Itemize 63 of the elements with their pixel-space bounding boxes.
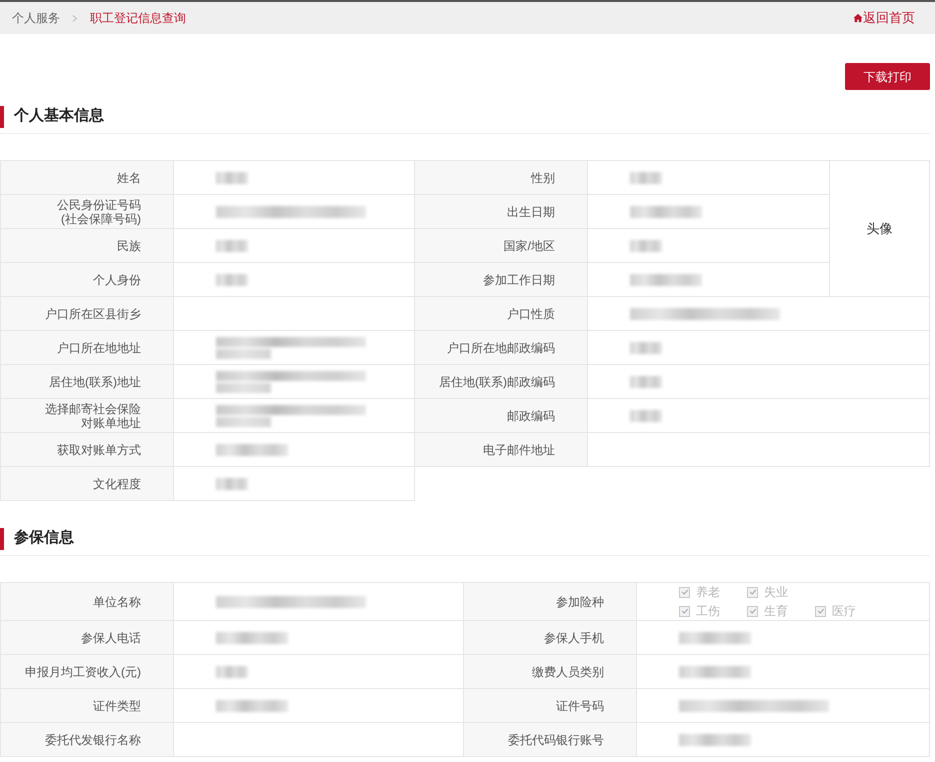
home-link[interactable]: 返回首页 (853, 8, 915, 28)
check-icon (680, 588, 688, 596)
redacted-value (630, 342, 662, 354)
field-label: 电子邮件地址 (483, 442, 555, 456)
field-label: 户口所在地邮政编码 (447, 340, 555, 354)
field-label: 国家/地区 (504, 238, 555, 252)
check-icon (748, 607, 756, 615)
redacted-value (630, 410, 662, 422)
field-label: 公民身份证号码 (57, 198, 141, 212)
field-label: 获取对账单方式 (57, 442, 141, 456)
field-label: 参加险种 (556, 594, 604, 608)
field-label: 居住地(联系)地址 (49, 374, 141, 388)
field-label: 户口所在地地址 (57, 340, 141, 354)
field-label: 居住地(联系)邮政编码 (439, 374, 555, 388)
field-label: 户口性质 (507, 306, 555, 320)
redacted-value (679, 632, 751, 644)
redacted-value (630, 274, 702, 286)
redacted-value (630, 172, 662, 184)
field-label: 证件号码 (556, 698, 604, 712)
redacted-value (216, 444, 288, 456)
redacted-value (630, 240, 662, 252)
download-print-button[interactable]: 下载打印 (845, 63, 930, 90)
redacted-value (679, 734, 751, 746)
section-title: 个人基本信息 (14, 106, 104, 126)
redacted-value (630, 206, 702, 218)
field-label: 对账单地址 (81, 416, 141, 430)
field-label: 邮政编码 (507, 408, 555, 422)
check-icon (680, 607, 688, 615)
redacted-value (216, 240, 248, 252)
field-label: 出生日期 (507, 204, 555, 218)
field-label: 参保人电话 (81, 630, 141, 644)
field-label: 文化程度 (93, 476, 141, 490)
field-label: 参保人手机 (544, 630, 604, 644)
redacted-value (216, 666, 248, 678)
check-icon (816, 607, 824, 615)
field-label: 参加工作日期 (483, 272, 555, 286)
redacted-value (216, 700, 288, 712)
chevron-icon (72, 14, 78, 22)
breadcrumb-link[interactable]: 个人服务 (12, 9, 60, 27)
redacted-value (216, 632, 288, 644)
section-title: 参保信息 (14, 528, 74, 548)
field-label: 申报月均工资收入(元) (25, 664, 141, 678)
check-icon (748, 588, 756, 596)
field-label: 性别 (531, 170, 555, 184)
photo-label: 头像 (866, 220, 892, 236)
field-label: 单位名称 (93, 594, 141, 608)
field-label: 证件类型 (93, 698, 141, 712)
redacted-value (679, 666, 751, 678)
field-label: 个人身份 (93, 272, 141, 286)
redacted-value (216, 172, 248, 184)
home-icon (853, 13, 863, 23)
redacted-value (216, 274, 248, 286)
field-label: 缴费人员类别 (532, 664, 604, 678)
field-label: 选择邮寄社会保险 (45, 402, 141, 416)
field-label: (社会保障号码) (61, 212, 141, 226)
redacted-value (630, 376, 662, 388)
field-label: 委托代发银行名称 (45, 732, 141, 746)
field-label: 委托代码银行账号 (508, 732, 604, 746)
field-label: 户口所在区县街乡 (45, 306, 141, 320)
field-label: 民族 (117, 238, 141, 252)
breadcrumb-link[interactable]: 职工登记信息查询 (90, 9, 186, 27)
field-label: 姓名 (117, 170, 141, 184)
redacted-value (216, 478, 248, 490)
